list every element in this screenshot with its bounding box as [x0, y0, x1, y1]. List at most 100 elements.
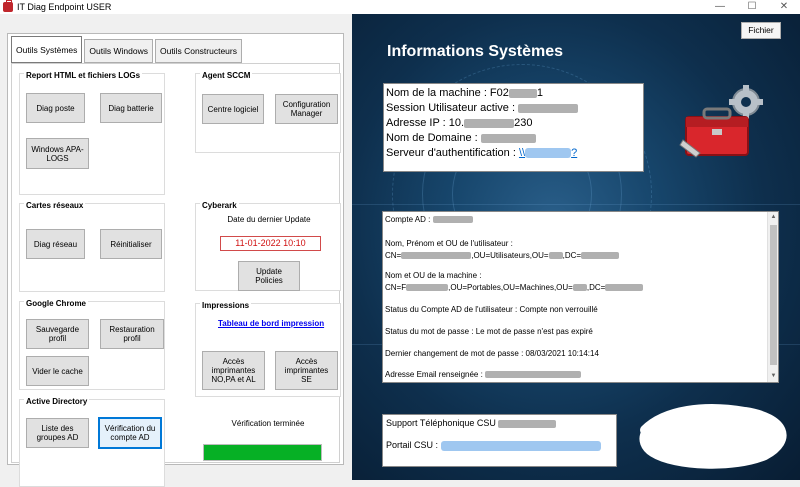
sauvegarde-profil-button[interactable]: Sauvegarde profil — [26, 319, 89, 349]
redacted — [572, 284, 587, 292]
configuration-manager-button[interactable]: Configuration Manager — [275, 94, 338, 124]
ad-details-content: Compte AD : Nom, Prénom et OU de l'utili… — [385, 214, 767, 380]
cn-machine-mid: ,OU=Portables,OU=Machines,OU= — [448, 283, 573, 292]
vider-cache-button[interactable]: Vider le cache — [26, 356, 89, 386]
tab-outils-constructeurs[interactable]: Outils Constructeurs — [154, 39, 242, 63]
group-report: Report HTML et fichiers LOGs Diag poste … — [19, 71, 165, 195]
button-label: Diag batterie — [108, 103, 154, 113]
group-title: Google Chrome — [24, 299, 89, 308]
button-label: imprimantes — [284, 366, 329, 375]
redacted — [485, 371, 582, 379]
button-label: SE — [301, 375, 312, 384]
button-label: Vider le cache — [32, 366, 83, 376]
button-label: Accès — [295, 357, 318, 366]
tab-strip: Outils Systèmes Outils Windows Outils Co… — [11, 35, 244, 63]
portail-link[interactable] — [440, 440, 601, 451]
ip-address-tail: 230 — [514, 117, 533, 129]
button-label: Configuration — [282, 100, 331, 109]
cn-machine-tail: ,DC= — [586, 283, 606, 292]
diag-reseau-button[interactable]: Diag réseau — [26, 229, 85, 259]
button-label: Policies — [255, 276, 283, 285]
auth-line: Serveur d'authentification : \\? — [386, 146, 641, 161]
window-controls: — ☐ ✕ — [704, 0, 800, 14]
group-title: Cyberark — [200, 201, 239, 210]
cn-user-mid: ,OU=Utilisateurs,OU= — [471, 251, 549, 260]
email-line: Adresse Email renseignée : — [385, 370, 582, 379]
acces-imprimantes-se-button[interactable]: Accès imprimantes SE — [275, 351, 338, 390]
update-policies-button[interactable]: Update Policies — [238, 261, 300, 291]
button-label: Liste des — [41, 424, 74, 433]
date-label: Date du dernier Update — [227, 215, 311, 224]
button-label: Diag poste — [36, 103, 75, 113]
progress-bar — [203, 444, 322, 461]
support-telephone-line: Support Téléphonique CSU — [386, 418, 557, 428]
dernier-changement: Dernier changement de mot de passe : 08/… — [385, 349, 599, 358]
button-label: Accès — [222, 357, 245, 366]
group-sccm: Agent SCCM Centre logiciel Configuration… — [195, 71, 341, 153]
restauration-profil-button[interactable]: Restauration profil — [100, 319, 164, 349]
ad-details-box[interactable]: Compte AD : Nom, Prénom et OU de l'utili… — [382, 211, 779, 383]
liste-groupes-ad-button[interactable]: Liste des groupes AD — [26, 418, 89, 448]
button-label: Restauration — [109, 325, 155, 334]
group-active-directory: Active Directory Liste des groupes AD Vé… — [19, 397, 165, 487]
redaction-scribble — [639, 404, 787, 469]
machine-name: Nom de la machine : F02 — [386, 87, 509, 99]
group-title: Report HTML et fichiers LOGs — [24, 71, 143, 80]
machine-name-line: Nom de la machine : F02 1 — [386, 86, 641, 101]
group-impressions: Impressions Tableau de bord impression A… — [195, 301, 341, 397]
redacted — [581, 252, 620, 260]
diag-batterie-button[interactable]: Diag batterie — [100, 93, 162, 123]
auth-link-tail: ? — [571, 147, 578, 159]
scroll-thumb[interactable] — [770, 225, 777, 365]
button-label: Réinitialiser — [110, 239, 152, 249]
reinitialiser-button[interactable]: Réinitialiser — [100, 229, 162, 259]
verification-status: Vérification terminée — [231, 419, 305, 428]
scroll-up-arrow-icon[interactable]: ▲ — [768, 212, 779, 223]
acces-imprimantes-no-pa-al-button[interactable]: Accès imprimantes NO,PA et AL — [202, 351, 265, 390]
diag-poste-button[interactable]: Diag poste — [26, 93, 85, 123]
button-label: NO,PA et AL — [211, 375, 256, 384]
statut-mot-de-passe: Status du mot de passe : Le mot de passe… — [385, 327, 593, 336]
maximize-button[interactable]: ☐ — [736, 0, 768, 14]
domain-line: Nom de Domaine : — [386, 131, 641, 146]
domain-name: Nom de Domaine : — [386, 132, 481, 144]
button-label: Vérification du — [104, 424, 156, 433]
minimize-button[interactable]: — — [704, 0, 736, 14]
cn-user-tail: ,DC= — [562, 251, 582, 260]
button-label: profil — [48, 334, 67, 343]
decor-line — [352, 204, 800, 205]
support-telephone: Support Téléphonique CSU — [386, 418, 499, 428]
redacted — [605, 284, 644, 292]
verification-compte-ad-button[interactable]: Vérification du compte AD — [98, 417, 162, 449]
group-title: Active Directory — [24, 397, 90, 406]
cn-machine-line: CN=F ,OU=Portables,OU=Machines,OU= ,DC= — [385, 283, 644, 292]
portail-line: Portail CSU : — [386, 440, 601, 451]
email-label: Adresse Email renseignée : — [385, 370, 486, 379]
centre-logiciel-button[interactable]: Centre logiciel — [202, 94, 264, 124]
session-user: Session Utilisateur active : — [386, 102, 519, 114]
group-google-chrome: Google Chrome Sauvegarde profil Restaura… — [19, 299, 165, 390]
auth-server-label: Serveur d'authentification : — [386, 147, 519, 159]
tab-outils-windows[interactable]: Outils Windows — [84, 39, 153, 63]
support-box: Support Téléphonique CSU Portail CSU : — [382, 414, 617, 467]
compte-ad-line: Compte AD : — [385, 215, 473, 224]
redacted — [432, 216, 473, 224]
redacted — [401, 252, 472, 260]
tab-outils-systemes[interactable]: Outils Systèmes — [11, 36, 83, 63]
machine-name-tail: 1 — [536, 87, 544, 99]
fichier-button[interactable]: Fichier — [741, 22, 781, 39]
group-cyberark: Cyberark Date du dernier Update 11-01-20… — [195, 201, 341, 291]
toolbox-icon — [679, 85, 763, 158]
button-label: imprimantes — [211, 366, 256, 375]
auth-server-link[interactable]: \\? — [519, 147, 577, 159]
scroll-down-arrow-icon[interactable]: ▼ — [768, 371, 779, 382]
button-label: compte AD — [110, 433, 150, 442]
redacted — [464, 118, 515, 128]
system-info-box: Nom de la machine : F02 1 Session Utilisa… — [383, 83, 644, 172]
close-button[interactable]: ✕ — [768, 0, 800, 14]
windows-apa-logs-button[interactable]: Windows APA- LOGS — [26, 138, 89, 169]
tableau-bord-impression-link[interactable]: Tableau de bord impression — [218, 319, 324, 328]
vertical-scrollbar[interactable]: ▲ ▼ — [767, 212, 778, 382]
group-title: Cartes réseaux — [24, 201, 86, 210]
redacted — [498, 419, 557, 428]
